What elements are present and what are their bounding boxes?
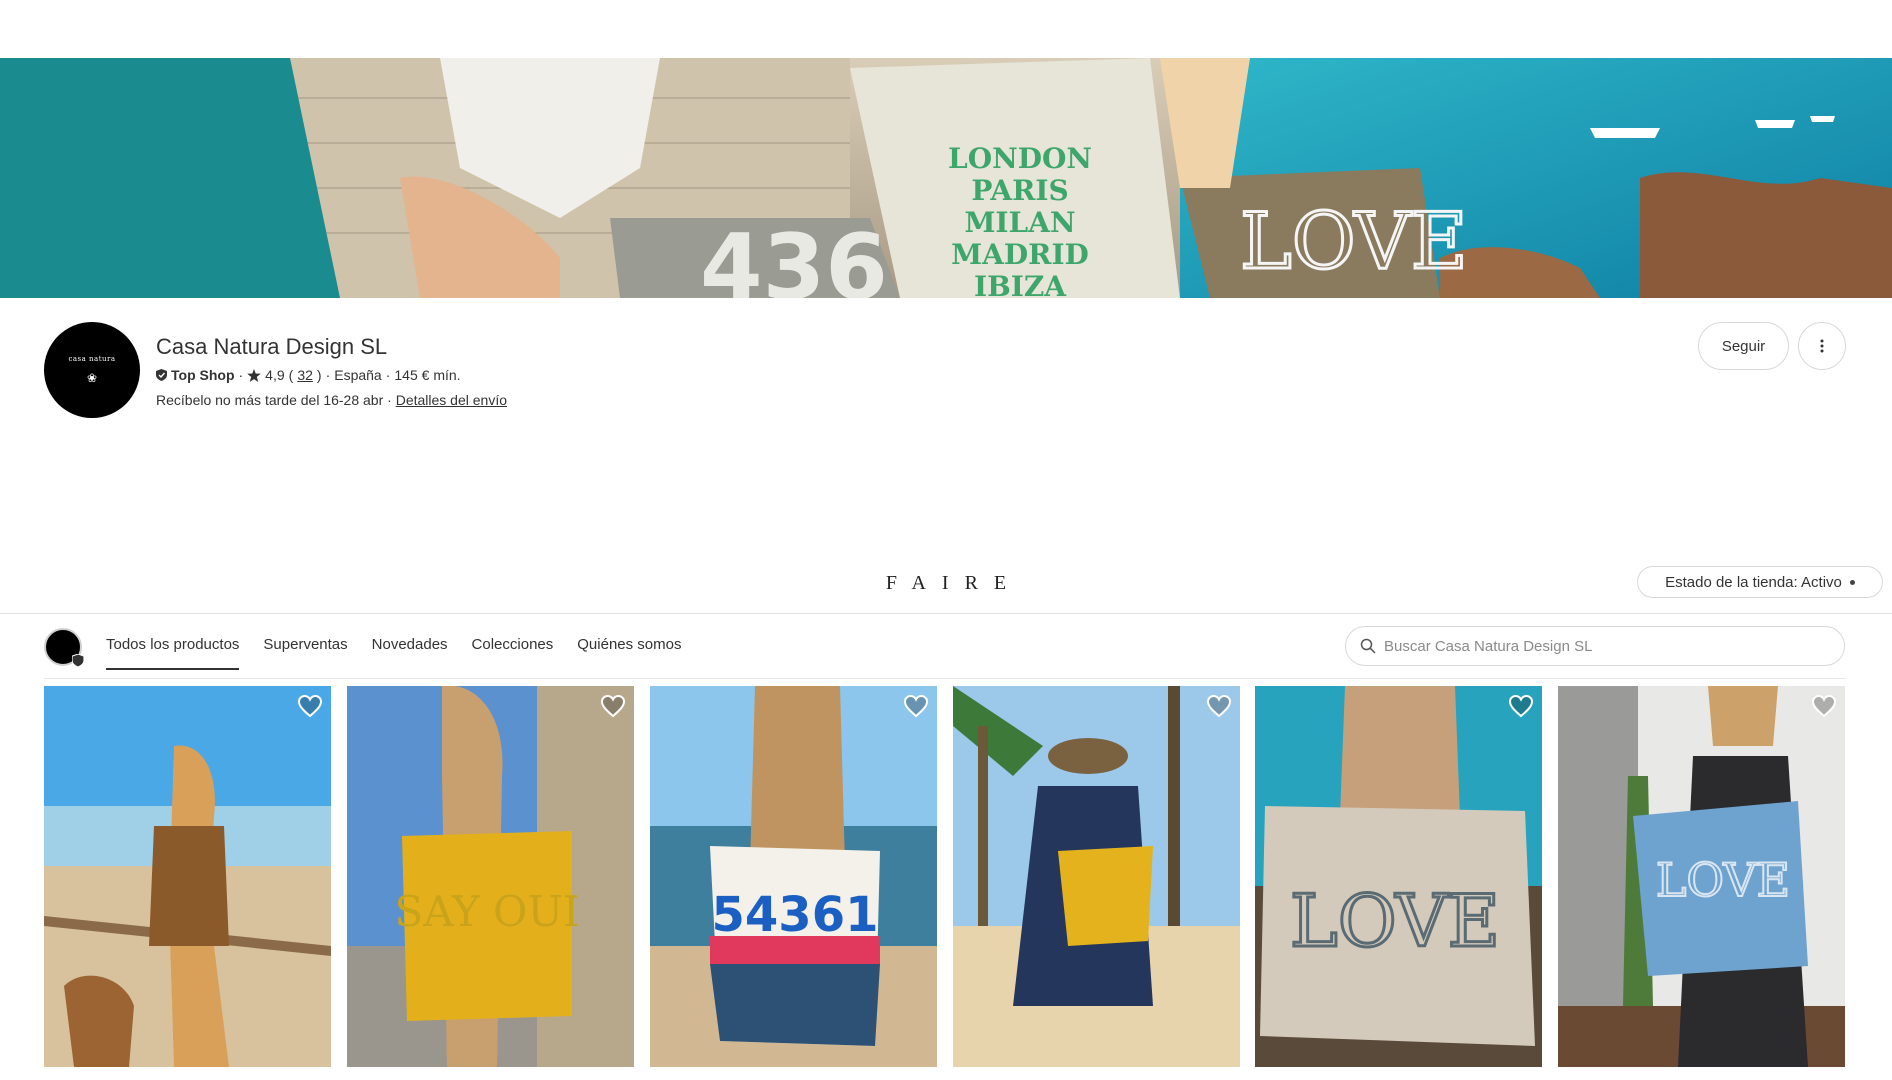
product-image: LOVE xyxy=(1255,686,1542,1067)
svg-text:MILAN: MILAN xyxy=(964,206,1075,239)
shop-logo-mark: ❀ xyxy=(86,371,98,385)
product-bag-text: SAY OUI xyxy=(395,887,580,936)
svg-text:IBIZA: IBIZA xyxy=(974,270,1067,298)
shield-icon xyxy=(72,654,84,667)
shop-nav: Todos los productos Superventas Novedade… xyxy=(106,636,681,670)
separator-dot: · xyxy=(387,392,396,408)
top-shop-badge: Top Shop xyxy=(171,367,235,383)
separator-dot: · xyxy=(385,367,391,383)
shop-rating: 4,9 xyxy=(265,367,285,383)
follow-button[interactable]: Seguir xyxy=(1698,322,1789,370)
shop-minimum: 145 € mín. xyxy=(394,367,461,383)
shipping-details-link[interactable]: Detalles del envío xyxy=(396,392,507,408)
review-count-close: ) xyxy=(316,367,322,383)
product-image xyxy=(44,686,331,1067)
shop-logo-text: casa natura xyxy=(68,355,116,363)
tab-bestsellers[interactable]: Superventas xyxy=(263,636,347,670)
product-card[interactable]: LOVE xyxy=(1558,686,1845,1067)
search-icon xyxy=(1360,638,1376,654)
status-dot-icon xyxy=(1849,579,1855,585)
product-card[interactable]: LOVE xyxy=(1255,686,1542,1067)
svg-text:LONDON: LONDON xyxy=(948,142,1092,175)
tab-new[interactable]: Novedades xyxy=(372,636,448,670)
shop-name: Casa Natura Design SL xyxy=(156,334,388,359)
favorite-heart-icon[interactable] xyxy=(1206,694,1232,718)
separator-dot: · xyxy=(325,367,331,383)
shield-icon xyxy=(156,369,167,381)
nav-divider xyxy=(44,678,1846,679)
tab-all-products[interactable]: Todos los productos xyxy=(106,636,240,670)
divider xyxy=(0,613,1892,614)
product-card[interactable]: SAY OUI xyxy=(347,686,634,1067)
favorite-heart-icon[interactable] xyxy=(1811,694,1837,718)
product-image: 54361 xyxy=(650,686,937,1067)
nav-shop-avatar[interactable] xyxy=(44,628,84,667)
separator-dot: · xyxy=(238,367,244,383)
star-icon xyxy=(247,368,261,382)
svg-text:PARIS: PARIS xyxy=(971,174,1068,207)
product-image: SAY OUI xyxy=(347,686,634,1067)
search-input[interactable] xyxy=(1384,637,1824,655)
product-card[interactable] xyxy=(953,686,1240,1067)
review-count-link[interactable]: 32 xyxy=(297,367,313,383)
banner-image: 436 LONDON PARIS MILAN MADRID IBIZA LOVE xyxy=(0,58,1892,298)
delivery-estimate: Recíbelo no más tarde del 16-28 abr xyxy=(156,392,384,408)
shop-search[interactable] xyxy=(1345,626,1845,666)
product-image xyxy=(953,686,1240,1067)
favorite-heart-icon[interactable] xyxy=(600,694,626,718)
product-card[interactable]: 54361 xyxy=(650,686,937,1067)
shop-banner: 436 LONDON PARIS MILAN MADRID IBIZA LOVE xyxy=(0,58,1892,298)
favorite-heart-icon[interactable] xyxy=(903,694,929,718)
product-card[interactable] xyxy=(44,686,331,1067)
shop-shipping: Recíbelo no más tarde del 16-28 abr · De… xyxy=(156,392,507,408)
product-bag-text: LOVE xyxy=(1290,879,1500,963)
product-image: LOVE xyxy=(1558,686,1845,1067)
tab-collections[interactable]: Colecciones xyxy=(472,636,554,670)
more-vertical-icon xyxy=(1820,339,1824,353)
tab-about[interactable]: Quiénes somos xyxy=(577,636,681,670)
shop-status-pill[interactable]: Estado de la tienda: Activo xyxy=(1637,566,1883,598)
product-bag-text: 54361 xyxy=(712,887,879,943)
favorite-heart-icon[interactable] xyxy=(1508,694,1534,718)
svg-text:MADRID: MADRID xyxy=(951,238,1089,271)
favorite-heart-icon[interactable] xyxy=(297,694,323,718)
banner-bag-text-love: LOVE xyxy=(1240,197,1468,287)
faire-logo[interactable]: FAIRE xyxy=(0,572,1892,595)
review-count-open: ( xyxy=(288,367,294,383)
shop-status-text: Estado de la tienda: Activo xyxy=(1665,573,1842,591)
shop-country: España xyxy=(334,367,382,383)
banner-bag-text-436: 436 xyxy=(700,215,888,298)
more-options-button[interactable] xyxy=(1798,322,1846,370)
shop-logo: casa natura ❀ xyxy=(44,322,140,418)
shop-meta: Top Shop · 4,9 (32) · España · 145 € mín… xyxy=(156,367,461,383)
product-bag-text: LOVE xyxy=(1656,853,1790,907)
